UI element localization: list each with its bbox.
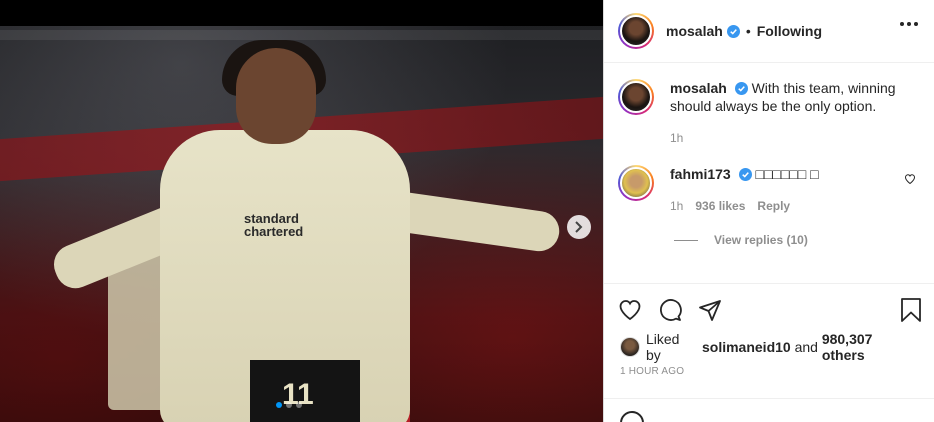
stadium-stand <box>0 30 603 40</box>
comments-list: mosalah With this team, winning should a… <box>604 63 934 283</box>
post-header: mosalah • Following <box>604 0 934 63</box>
next-arrow-icon <box>575 221 583 233</box>
comment-likes[interactable]: 936 likes <box>695 197 745 215</box>
add-comment-bar <box>604 398 934 422</box>
verified-icon <box>734 82 748 95</box>
likes-middle: and <box>794 339 818 355</box>
comment-button[interactable] <box>658 298 682 322</box>
caption-avatar[interactable] <box>618 79 654 115</box>
comment-item: fahmi173 □□□□□□ □ 1h 936 likes Reply <box>618 165 920 215</box>
caption: mosalah With this team, winning should a… <box>618 79 920 147</box>
carousel-dot <box>296 402 302 408</box>
likes-summary: Liked by solimaneid10 and 980,307 others <box>604 331 934 363</box>
share-button[interactable] <box>698 298 722 322</box>
photo-top-strip <box>0 0 603 26</box>
comment-username[interactable]: fahmi173 <box>670 166 731 182</box>
comment-body: fahmi173 □□□□□□ □ 1h 936 likes Reply <box>670 165 910 215</box>
caption-content: mosalah With this team, winning should a… <box>670 79 910 115</box>
shirt-sponsor: standard chartered <box>244 212 303 238</box>
post-photo[interactable]: standard chartered 11 <box>0 0 603 422</box>
more-icon <box>900 22 904 26</box>
post-details-panel: mosalah • Following mosalah With this te… <box>603 0 934 422</box>
carousel-dots <box>276 402 302 408</box>
more-options-button[interactable] <box>900 22 918 26</box>
reply-button[interactable]: Reply <box>757 197 790 215</box>
carousel-dot <box>276 402 282 408</box>
header-separator: • <box>745 23 751 39</box>
emoji-icon[interactable] <box>620 411 644 422</box>
next-photo-button[interactable] <box>567 215 591 239</box>
action-bar <box>604 284 934 336</box>
player-head <box>236 48 316 144</box>
post-actions-section: Liked by solimaneid10 and 980,307 others… <box>604 283 934 377</box>
header-text: mosalah • Following <box>666 23 822 39</box>
caption-username[interactable]: mosalah <box>670 80 727 96</box>
carousel-dot <box>286 402 292 408</box>
replies-line <box>674 239 698 241</box>
save-button[interactable] <box>899 297 923 328</box>
comment-content: fahmi173 □□□□□□ □ <box>670 165 910 183</box>
sponsor-line-2: chartered <box>244 224 304 239</box>
caption-time: 1h <box>670 131 684 145</box>
view-replies-button[interactable]: View replies (10) <box>674 233 920 247</box>
author-username[interactable]: mosalah <box>666 23 723 39</box>
comment-meta: 1h 936 likes Reply <box>670 197 910 215</box>
liker-avatar <box>620 337 640 357</box>
verified-icon <box>726 24 740 38</box>
caption-meta: 1h <box>670 129 910 147</box>
like-button[interactable] <box>618 298 642 322</box>
following-button[interactable]: Following <box>757 23 822 39</box>
view-replies-label: View replies (10) <box>714 233 808 247</box>
comment-text: □□□□□□ □ <box>755 166 819 182</box>
save-icon <box>901 298 921 322</box>
liker-username[interactable]: solimaneid10 <box>702 339 791 355</box>
comment-icon <box>660 299 682 321</box>
heart-icon <box>619 300 641 321</box>
author-avatar[interactable] <box>618 13 654 49</box>
verified-icon <box>738 168 752 181</box>
share-icon <box>699 300 721 321</box>
caption-body: mosalah With this team, winning should a… <box>670 79 910 147</box>
comment-avatar[interactable] <box>618 165 654 201</box>
comment-time: 1h <box>670 199 684 213</box>
comment-like-icon[interactable] <box>904 173 916 185</box>
